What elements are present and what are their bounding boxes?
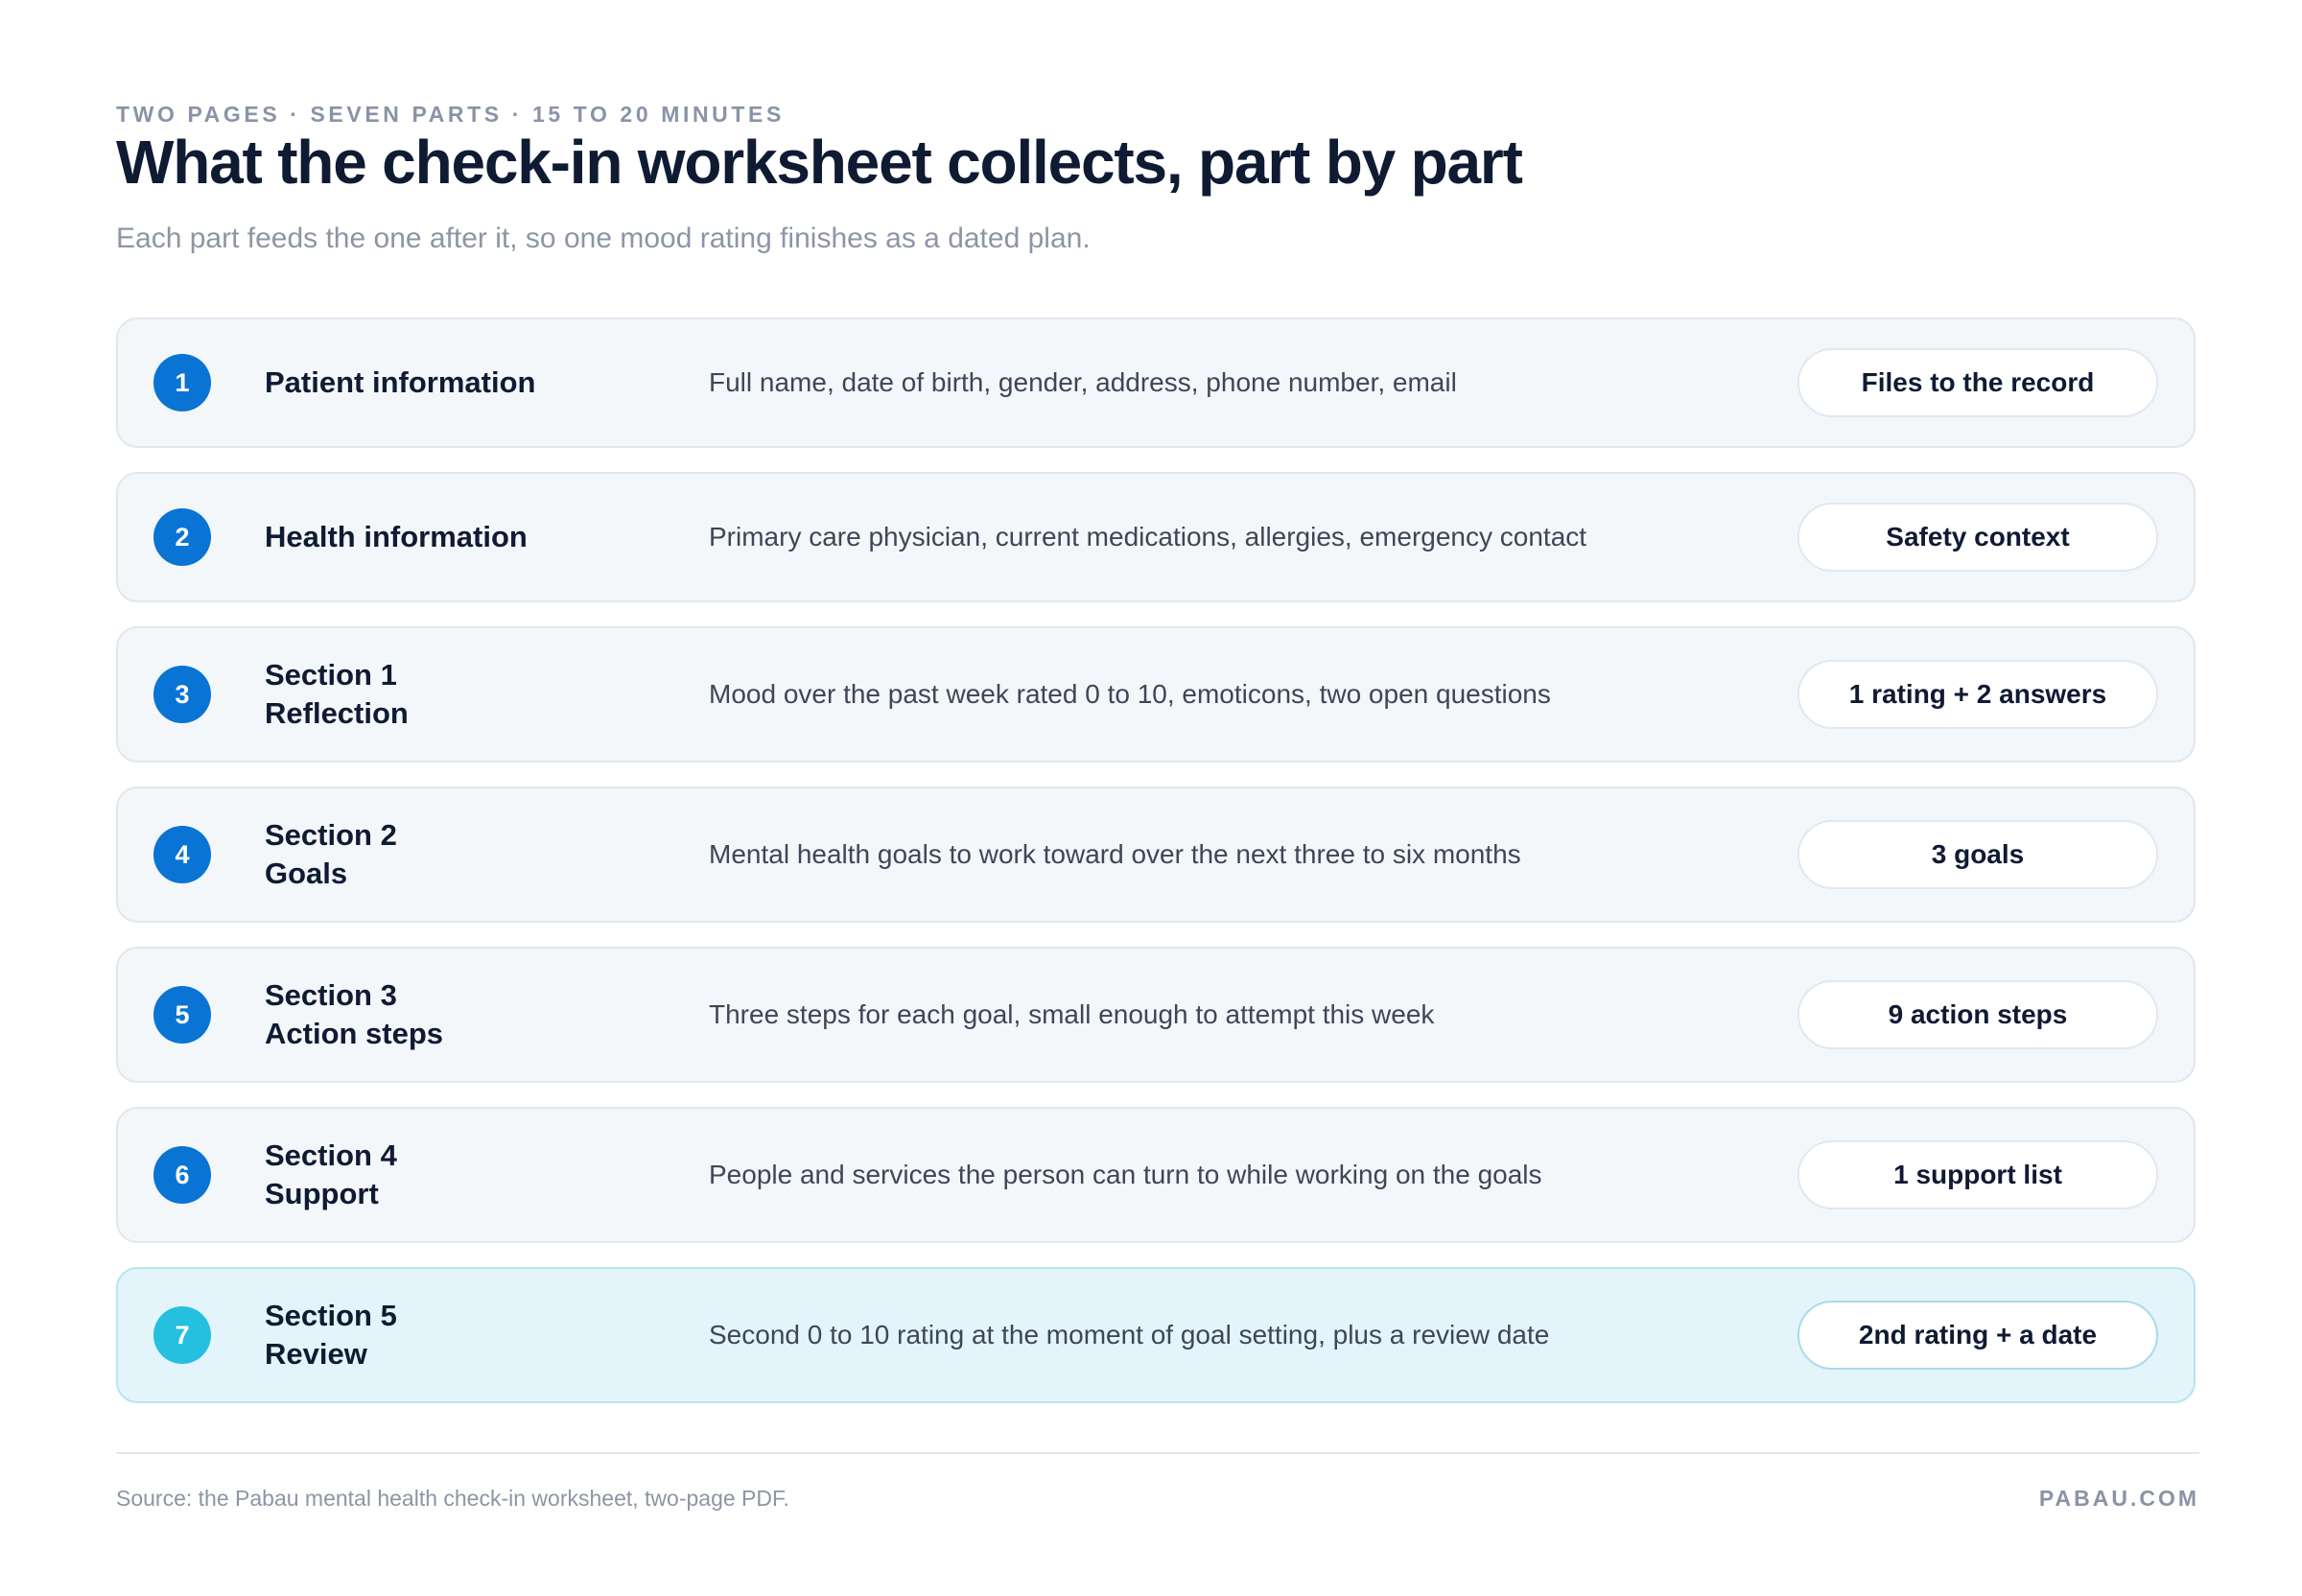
part-row-1: 1 Patient information Full name, date of… — [116, 317, 2196, 448]
part-description: Primary care physician, current medicati… — [709, 522, 1587, 552]
part-label-line1: Patient information — [265, 365, 536, 399]
part-row-5: 5 Section 3 Action steps Three steps for… — [116, 947, 2196, 1083]
part-output-pill: 2nd rating + a date — [1797, 1301, 2158, 1370]
part-label-line2: Review — [265, 1337, 367, 1371]
part-label-line1: Health information — [265, 520, 528, 553]
part-output-pill: 1 rating + 2 answers — [1797, 660, 2158, 729]
part-label: Section 3 Action steps — [265, 976, 443, 1053]
part-number-badge: 1 — [153, 354, 211, 411]
part-output-pill: Files to the record — [1797, 348, 2158, 417]
part-label-line2: Support — [265, 1177, 379, 1210]
part-output-pill: Safety context — [1797, 503, 2158, 572]
part-row-6: 6 Section 4 Support People and services … — [116, 1107, 2196, 1243]
part-label-line2: Action steps — [265, 1017, 444, 1050]
part-output-pill: 3 goals — [1797, 820, 2158, 889]
part-label-line1: Section 2 — [265, 818, 397, 852]
part-description: People and services the person can turn … — [709, 1160, 1542, 1189]
part-description: Mood over the past week rated 0 to 10, e… — [709, 679, 1551, 709]
part-number-badge: 6 — [153, 1146, 211, 1204]
part-label-line1: Section 3 — [265, 978, 397, 1012]
part-label-line1: Section 1 — [265, 658, 397, 692]
part-output-pill: 1 support list — [1797, 1140, 2158, 1209]
part-label: Section 5 Review — [265, 1297, 397, 1373]
part-label: Section 1 Reflection — [265, 656, 409, 733]
part-row-3: 3 Section 1 Reflection Mood over the pas… — [116, 626, 2196, 763]
source-note: Source: the Pabau mental health check-in… — [116, 1486, 789, 1511]
part-description: Mental health goals to work toward over … — [709, 839, 1521, 869]
part-description: Three steps for each goal, small enough … — [709, 999, 1435, 1029]
part-row-7: 7 Section 5 Review Second 0 to 10 rating… — [116, 1267, 2196, 1403]
part-label: Section 4 Support — [265, 1137, 397, 1213]
part-label-line2: Reflection — [265, 696, 409, 730]
eyebrow: TWO PAGES · SEVEN PARTS · 15 TO 20 MINUT… — [116, 102, 785, 127]
part-label-line1: Section 4 — [265, 1138, 397, 1172]
part-number-badge: 4 — [153, 826, 211, 883]
part-label-line2: Goals — [265, 857, 348, 890]
page-title: What the check-in worksheet collects, pa… — [116, 128, 1523, 197]
part-output-pill: 9 action steps — [1797, 980, 2158, 1049]
part-number-badge: 7 — [153, 1306, 211, 1364]
page-subtitle: Each part feeds the one after it, so one… — [116, 223, 1091, 254]
brand-mark: PABAU.COM — [2038, 1486, 2199, 1511]
part-number-badge: 5 — [153, 986, 211, 1044]
part-label-line1: Section 5 — [265, 1299, 397, 1332]
part-row-2: 2 Health information Primary care physic… — [116, 472, 2196, 602]
part-number-badge: 3 — [153, 666, 211, 723]
part-label: Patient information — [265, 364, 535, 402]
part-description: Second 0 to 10 rating at the moment of g… — [709, 1320, 1550, 1350]
footer-divider — [116, 1452, 2199, 1454]
part-description: Full name, date of birth, gender, addres… — [709, 367, 1457, 397]
part-label: Section 2 Goals — [265, 816, 397, 893]
part-row-4: 4 Section 2 Goals Mental health goals to… — [116, 786, 2196, 923]
part-number-badge: 2 — [153, 508, 211, 566]
part-label: Health information — [265, 518, 528, 556]
